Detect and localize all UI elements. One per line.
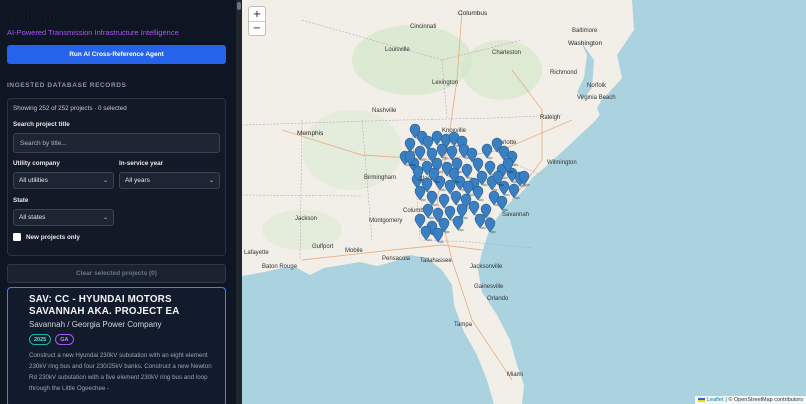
map-marker-icon[interactable] [436,143,448,160]
utility-label: Utility company [13,160,60,167]
sidebar: GridSync AI-Powered Transmission Infrast… [0,0,236,404]
app-root: GridSync AI-Powered Transmission Infrast… [0,0,806,404]
map-marker-icon[interactable] [472,185,484,202]
map-attribution: Leaflet | © OpenStreetMap contributors [694,396,806,404]
state-label: State [13,197,29,204]
state-select[interactable]: All states ⌄ [13,209,114,226]
utility-select[interactable]: All utilities ⌄ [13,172,114,189]
new-only-toggle[interactable]: New projects only [13,233,220,241]
map-marker-icon[interactable] [452,215,464,232]
zoom-in-button[interactable]: + [249,7,265,21]
project-card[interactable]: SAV: CC - HYUNDAI MOTORS SAVANNAH AKA. P… [7,287,226,404]
map-view[interactable]: Columbus Washington Baltimore Cincinnati… [242,0,806,404]
new-only-label: New projects only [26,233,80,241]
state-badge: GA [55,334,74,345]
run-agent-button[interactable]: Run AI Cross-Reference Agent [7,45,226,64]
utility-value: All utilities [19,177,48,184]
attribution-text: | © OpenStreetMap contributors [725,397,803,403]
project-location: Savannah / Georgia Power Company [29,320,162,329]
map-marker-icon[interactable] [498,180,510,197]
search-label: Search project title [13,121,70,128]
scrollbar-thumb[interactable] [237,2,241,10]
project-markers[interactable] [242,0,806,404]
year-badge: 2025 [29,334,52,345]
map-marker-icon[interactable] [450,190,462,207]
search-placeholder: Search by title... [20,139,67,147]
year-select[interactable]: All years ⌄ [119,172,220,189]
filter-panel: Showing 252 of 252 projects · 0 selected… [7,98,226,256]
map-marker-icon[interactable] [461,163,473,180]
map-marker-icon[interactable] [414,185,426,202]
map-marker-icon[interactable] [468,200,480,217]
project-description: Construct a new Hyundai 230kV substation… [29,352,212,392]
new-only-checkbox[interactable] [13,233,21,241]
map-marker-icon[interactable] [496,195,508,212]
chevron-down-icon: ⌄ [208,178,214,184]
showing-count: Showing 252 of 252 projects · 0 selected [13,105,127,112]
zoom-control: + − [248,6,266,36]
zoom-out-button[interactable]: − [249,21,265,35]
year-label: In-service year [119,160,164,167]
map-marker-icon[interactable] [481,143,493,160]
state-value: All states [19,214,46,221]
chevron-down-icon: ⌄ [102,178,108,184]
clear-selected-button[interactable]: Clear selected projects (0) [7,264,226,283]
map-marker-icon[interactable] [484,217,496,234]
map-marker-icon[interactable] [474,213,486,230]
section-title: INGESTED DATABASE RECORDS [7,82,127,89]
map-marker-icon[interactable] [420,225,432,242]
search-input[interactable]: Search by title... [13,133,220,153]
app-subtitle: AI-Powered Transmission Infrastructure I… [7,28,179,37]
project-title: SAV: CC - HYUNDAI MOTORS SAVANNAH AKA. P… [29,294,180,317]
ukraine-flag-icon [697,398,705,402]
map-marker-icon[interactable] [508,183,520,200]
year-value: All years [125,177,150,184]
project-badges: 2025 GA [29,334,225,345]
leaflet-link[interactable]: Leaflet [707,397,724,403]
map-marker-icon[interactable] [432,227,444,244]
app-brand: GridSync [7,9,61,23]
chevron-down-icon: ⌄ [102,215,108,221]
